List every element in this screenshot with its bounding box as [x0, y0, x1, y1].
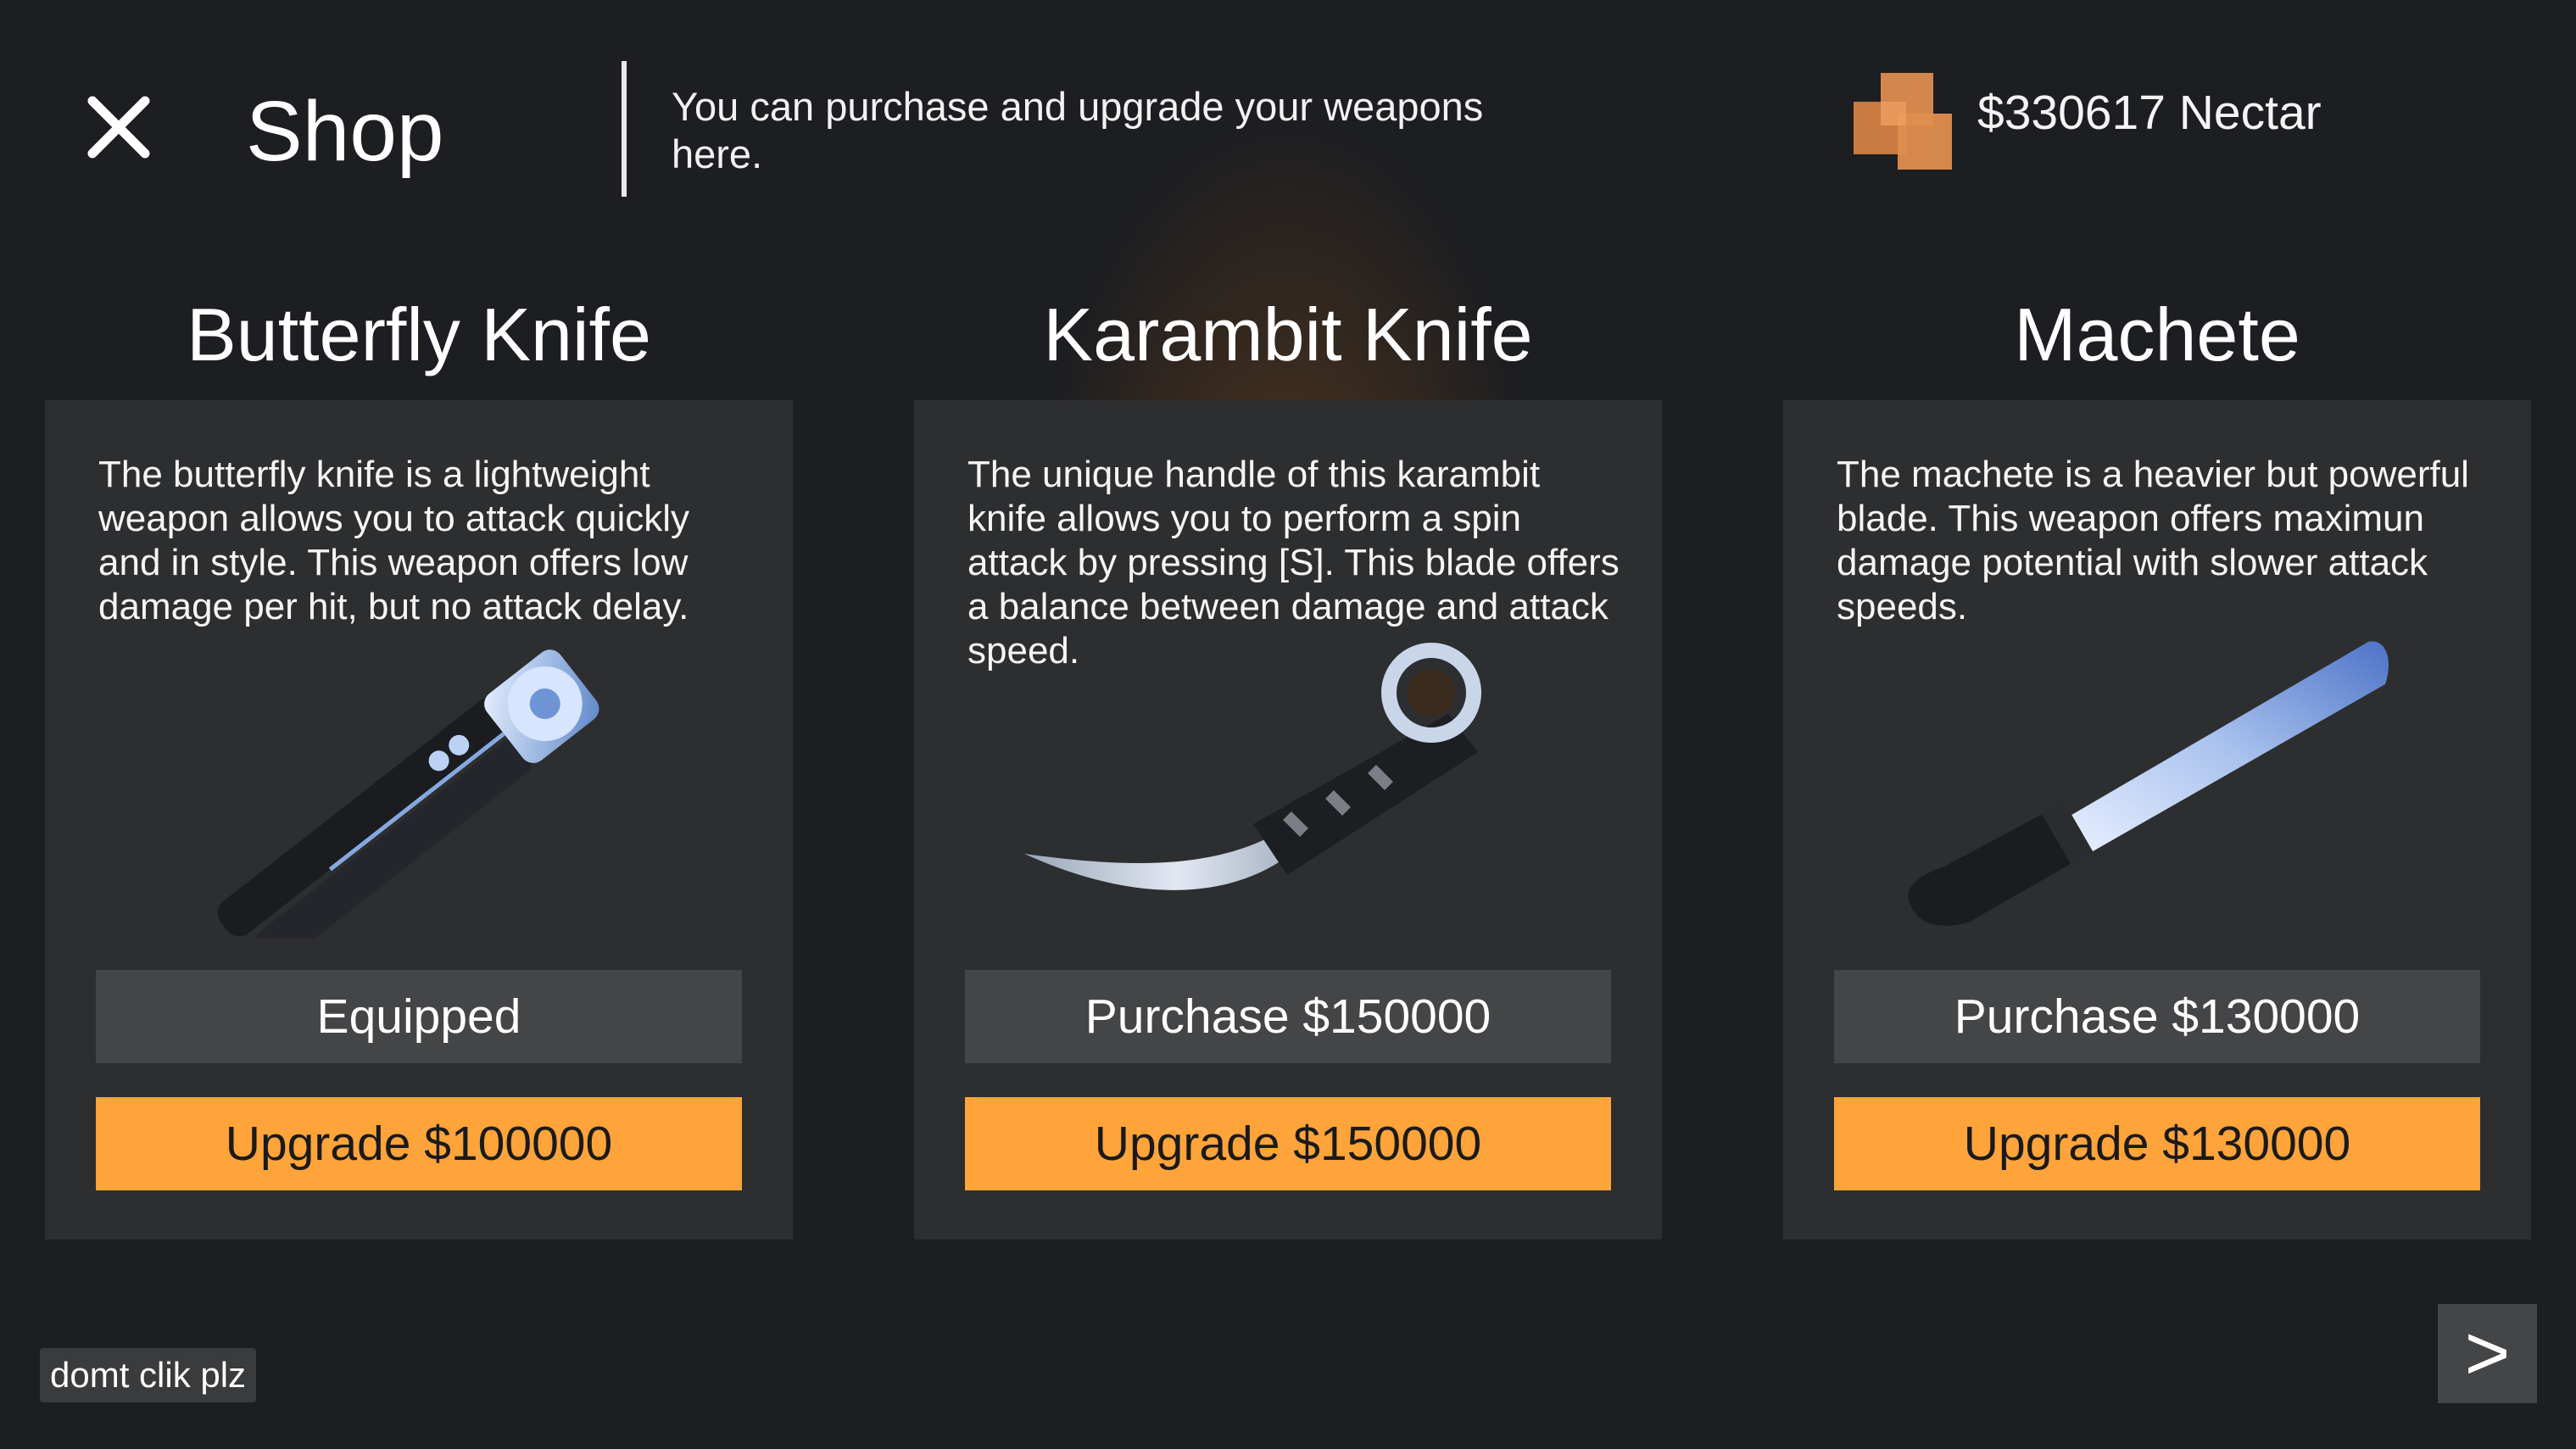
card-description: The butterfly knife is a lightweight wea… [98, 454, 690, 627]
page-title: Shop [246, 84, 444, 179]
card-title-machete: Machete [2014, 293, 2300, 376]
equipped-button[interactable]: Equipped [96, 970, 742, 1063]
close-button[interactable] [81, 89, 157, 165]
upgrade-button[interactable]: Upgrade $100000 [96, 1097, 742, 1190]
next-page-button[interactable]: > [2438, 1304, 2537, 1403]
purchase-button[interactable]: Purchase $130000 [1834, 970, 2480, 1063]
currency-balance: $330617 Nectar [1977, 86, 2322, 140]
machete-icon [1908, 641, 2389, 926]
shop-description: You can purchase and upgrade your weapon… [672, 84, 1484, 176]
upgrade-button[interactable]: Upgrade $130000 [1834, 1097, 2480, 1190]
card-title-karambit-knife: Karambit Knife [1043, 293, 1533, 376]
karambit-knife-icon [1024, 643, 1481, 890]
upgrade-button[interactable]: Upgrade $150000 [965, 1097, 1611, 1190]
weapon-card-butterfly-knife: The butterfly knife is a lightweight wea… [45, 400, 793, 1240]
butterfly-knife-icon [217, 649, 599, 939]
card-title-butterfly-knife: Butterfly Knife [187, 293, 651, 376]
header-divider [622, 61, 627, 197]
purchase-button[interactable]: Purchase $150000 [965, 970, 1611, 1063]
close-x-icon [87, 96, 150, 159]
secret-button[interactable]: domt clik plz [40, 1348, 257, 1402]
card-description: The machete is a heavier but powerful bl… [1837, 454, 2469, 627]
nectar-cubes-icon [1854, 73, 1952, 170]
weapon-card-machete: The machete is a heavier but powerful bl… [1783, 400, 2531, 1240]
weapon-card-karambit-knife: The unique handle of this karambit knife… [914, 400, 1662, 1240]
